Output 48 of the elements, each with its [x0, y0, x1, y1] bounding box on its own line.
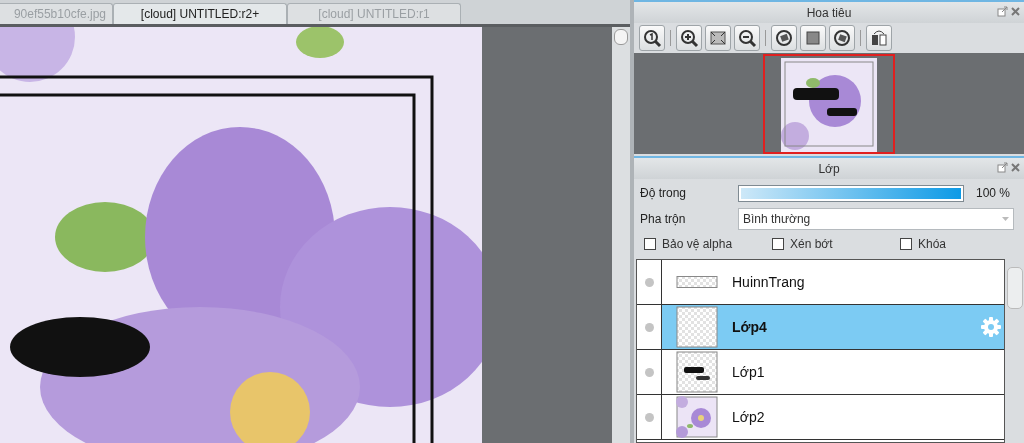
panel-title: Hoa tiêu: [806, 5, 852, 20]
checkbox-label: Khóa: [918, 237, 947, 251]
zoom-in-icon[interactable]: [676, 25, 702, 51]
zoom-actual-icon[interactable]: [639, 25, 665, 51]
layer-thumbnail: [676, 351, 718, 393]
zoom-out-icon[interactable]: [734, 25, 760, 51]
close-icon[interactable]: [1010, 6, 1021, 17]
layer-name: Lớp4: [732, 319, 768, 335]
layer-row[interactable]: Lớp4: [637, 305, 1004, 350]
rotate-left-icon[interactable]: [771, 25, 797, 51]
checkbox-label: Xén bớt: [790, 237, 833, 251]
reset-rotation-icon[interactable]: [800, 25, 826, 51]
layer-name: Lớp2: [732, 409, 766, 425]
caret-icon: [1002, 217, 1009, 221]
layer-thumbnail: [676, 276, 718, 288]
document-tab[interactable]: [cloud] UNTITLED:r2+: [113, 3, 287, 24]
option-checkbox[interactable]: Bảo vệ alpha: [644, 237, 772, 251]
layer-row[interactable]: Lớp2: [637, 395, 1004, 440]
visibility-toggle[interactable]: [644, 277, 654, 287]
layer-thumbnail: [676, 396, 718, 438]
layer-name: HuinnTrang: [732, 274, 806, 290]
panel-title: Lớp: [818, 161, 840, 176]
checkbox[interactable]: [772, 238, 784, 250]
close-icon[interactable]: [1010, 162, 1021, 173]
opacity-label: Độ trong: [640, 186, 688, 200]
rotate-right-icon[interactable]: [829, 25, 855, 51]
fit-screen-icon[interactable]: [705, 25, 731, 51]
detach-icon[interactable]: [997, 6, 1008, 17]
visibility-toggle[interactable]: [644, 412, 654, 422]
layer-row[interactable]: Lớp1: [637, 350, 1004, 395]
flip-icon[interactable]: [866, 25, 892, 51]
option-checkbox[interactable]: Xén bớt: [772, 237, 900, 251]
scrollbar-thumb[interactable]: [1006, 267, 1023, 309]
layer-thumbnail: [676, 306, 718, 348]
visibility-toggle[interactable]: [644, 367, 654, 377]
blend-label: Pha trộn: [640, 212, 687, 226]
blend-dropdown[interactable]: Bình thường: [738, 208, 1014, 230]
scrollbar-thumb[interactable]: [614, 29, 628, 45]
navigator-preview[interactable]: [763, 53, 895, 154]
layer-name: Lớp1: [732, 364, 766, 380]
detach-icon[interactable]: [997, 162, 1008, 173]
visibility-toggle[interactable]: [644, 322, 654, 332]
checkbox[interactable]: [644, 238, 656, 250]
layer-row[interactable]: HuinnTrang: [637, 260, 1004, 305]
opacity-value: 100 %: [976, 186, 1011, 200]
option-checkbox[interactable]: Khóa: [900, 237, 947, 251]
checkbox-label: Bảo vệ alpha: [662, 237, 733, 251]
checkbox[interactable]: [900, 238, 912, 250]
